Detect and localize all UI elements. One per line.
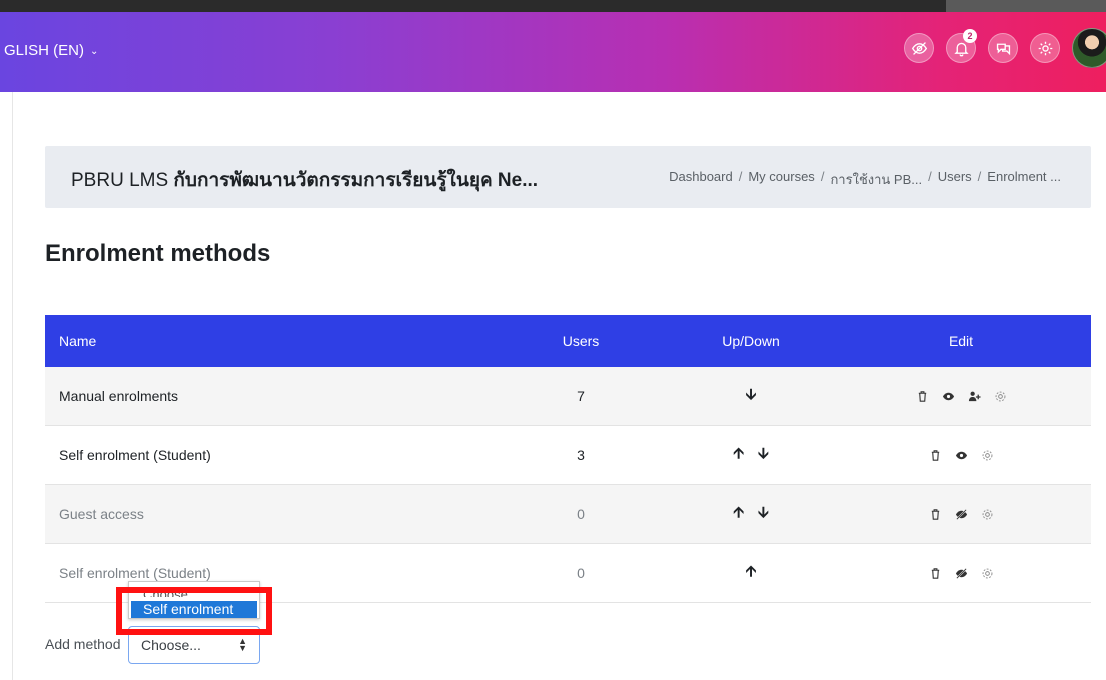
dropdown-option-choose[interactable]: Choose... — [143, 584, 199, 597]
messages-button[interactable] — [988, 33, 1018, 63]
page-header: PBRU LMS กับการพัฒนานวัตกรรมการเรียนรู้ใ… — [45, 146, 1091, 208]
breadcrumb-separator: / — [928, 169, 932, 184]
browser-top-strip — [0, 0, 1106, 12]
row-updown: 🡩 — [671, 561, 831, 586]
breadcrumb-course[interactable]: การใช้งาน PB... — [830, 169, 922, 190]
header-users: Users — [562, 333, 600, 349]
left-divider — [12, 92, 13, 680]
header-updown: Up/Down — [722, 333, 780, 349]
row-users: 0 — [577, 506, 585, 522]
header-name: Name — [59, 333, 97, 349]
select-caret-icon: ▲ ▼ — [238, 636, 247, 653]
gear-icon[interactable] — [993, 389, 1007, 403]
arrow-up-icon[interactable]: 🡩 — [746, 561, 757, 586]
row-users: 0 — [577, 565, 585, 581]
row-updown: 🡫 — [671, 384, 831, 409]
gear-icon[interactable] — [980, 448, 994, 462]
page-title: Enrolment methods — [45, 240, 271, 267]
arrow-down-icon[interactable]: 🡫 — [746, 384, 757, 409]
gear-icon[interactable] — [980, 507, 994, 521]
trash-icon[interactable] — [928, 448, 942, 462]
trash-icon[interactable] — [915, 389, 929, 403]
enrol-users-icon[interactable] — [967, 389, 981, 403]
row-edit-actions — [831, 507, 1091, 521]
row-users: 3 — [577, 447, 585, 463]
nav-icon-group: 2 — [904, 28, 1106, 68]
add-method-dropdown: Choose... Self enrolment — [128, 581, 260, 619]
language-menu[interactable]: GLISH (EN) ⌄ — [4, 42, 98, 59]
table-body: Manual enrolments 7 🡫 Self enrolment (St… — [45, 367, 1091, 603]
table-header: Name Users Up/Down Edit — [45, 315, 1091, 367]
settings-button[interactable] — [1030, 33, 1060, 63]
row-users: 7 — [577, 388, 585, 404]
row-name: Guest access — [59, 506, 144, 522]
arrow-down-icon[interactable]: 🡫 — [758, 443, 769, 468]
arrow-down-icon[interactable]: 🡫 — [758, 502, 769, 527]
breadcrumb-enrolment[interactable]: Enrolment ... — [987, 169, 1061, 190]
course-title: PBRU LMS กับการพัฒนานวัตกรรมการเรียนรู้ใ… — [71, 165, 538, 195]
breadcrumb-my-courses[interactable]: My courses — [748, 169, 814, 190]
row-edit-actions — [831, 389, 1091, 403]
eye-slash-icon[interactable] — [954, 507, 968, 521]
arrow-up-icon[interactable]: 🡩 — [733, 443, 744, 468]
notification-badge: 2 — [963, 29, 977, 43]
chevron-down-icon: ⌄ — [90, 46, 99, 57]
breadcrumb-users[interactable]: Users — [938, 169, 972, 190]
row-updown: 🡩 🡫 — [671, 443, 831, 468]
add-method-label: Add method — [45, 636, 121, 652]
user-avatar[interactable] — [1072, 28, 1106, 68]
table-row: Manual enrolments 7 🡫 — [45, 367, 1091, 426]
eye-slash-button[interactable] — [904, 33, 934, 63]
arrow-up-icon[interactable]: 🡩 — [733, 502, 744, 527]
dropdown-option-self-enrolment[interactable]: Self enrolment — [131, 601, 257, 618]
row-edit-actions — [831, 448, 1091, 462]
breadcrumb-separator: / — [738, 169, 743, 184]
add-method-select[interactable]: Choose... ▲ ▼ — [128, 626, 260, 664]
course-title-text: กับการพัฒนานวัตกรรมการเรียนรู้ในยุค Ne..… — [173, 170, 539, 191]
table-row: Self enrolment (Student) 3 🡩 🡫 — [45, 426, 1091, 485]
eye-icon[interactable] — [941, 389, 955, 403]
table-row: Guest access 0 🡩 🡫 — [45, 485, 1091, 544]
gear-icon — [1038, 41, 1052, 55]
chat-icon — [996, 43, 1010, 55]
eye-slash-icon — [911, 41, 927, 55]
top-navbar: GLISH (EN) ⌄ 2 — [0, 12, 1106, 92]
row-name: Self enrolment (Student) — [59, 447, 211, 463]
eye-icon[interactable] — [954, 448, 968, 462]
enrolment-methods-table: Name Users Up/Down Edit Manual enrolment… — [45, 315, 1091, 603]
top-strip-tail — [946, 0, 1106, 12]
add-method-selected-value: Choose... — [141, 637, 201, 653]
row-name: Self enrolment (Student) — [59, 565, 211, 581]
trash-icon[interactable] — [928, 566, 942, 580]
breadcrumb: Dashboard / My courses / การใช้งาน PB...… — [669, 169, 1061, 190]
gear-icon[interactable] — [980, 566, 994, 580]
header-edit: Edit — [948, 333, 974, 349]
trash-icon[interactable] — [928, 507, 942, 521]
course-title-prefix: PBRU LMS — [71, 170, 174, 191]
eye-slash-icon[interactable] — [954, 566, 968, 580]
breadcrumb-separator: / — [820, 169, 825, 184]
row-updown: 🡩 🡫 — [671, 502, 831, 527]
notifications-button[interactable]: 2 — [946, 29, 977, 63]
breadcrumb-dashboard[interactable]: Dashboard — [669, 169, 733, 190]
row-name: Manual enrolments — [59, 388, 179, 404]
row-edit-actions — [831, 566, 1091, 580]
breadcrumb-separator: / — [977, 169, 982, 184]
language-label: GLISH (EN) — [4, 42, 85, 59]
